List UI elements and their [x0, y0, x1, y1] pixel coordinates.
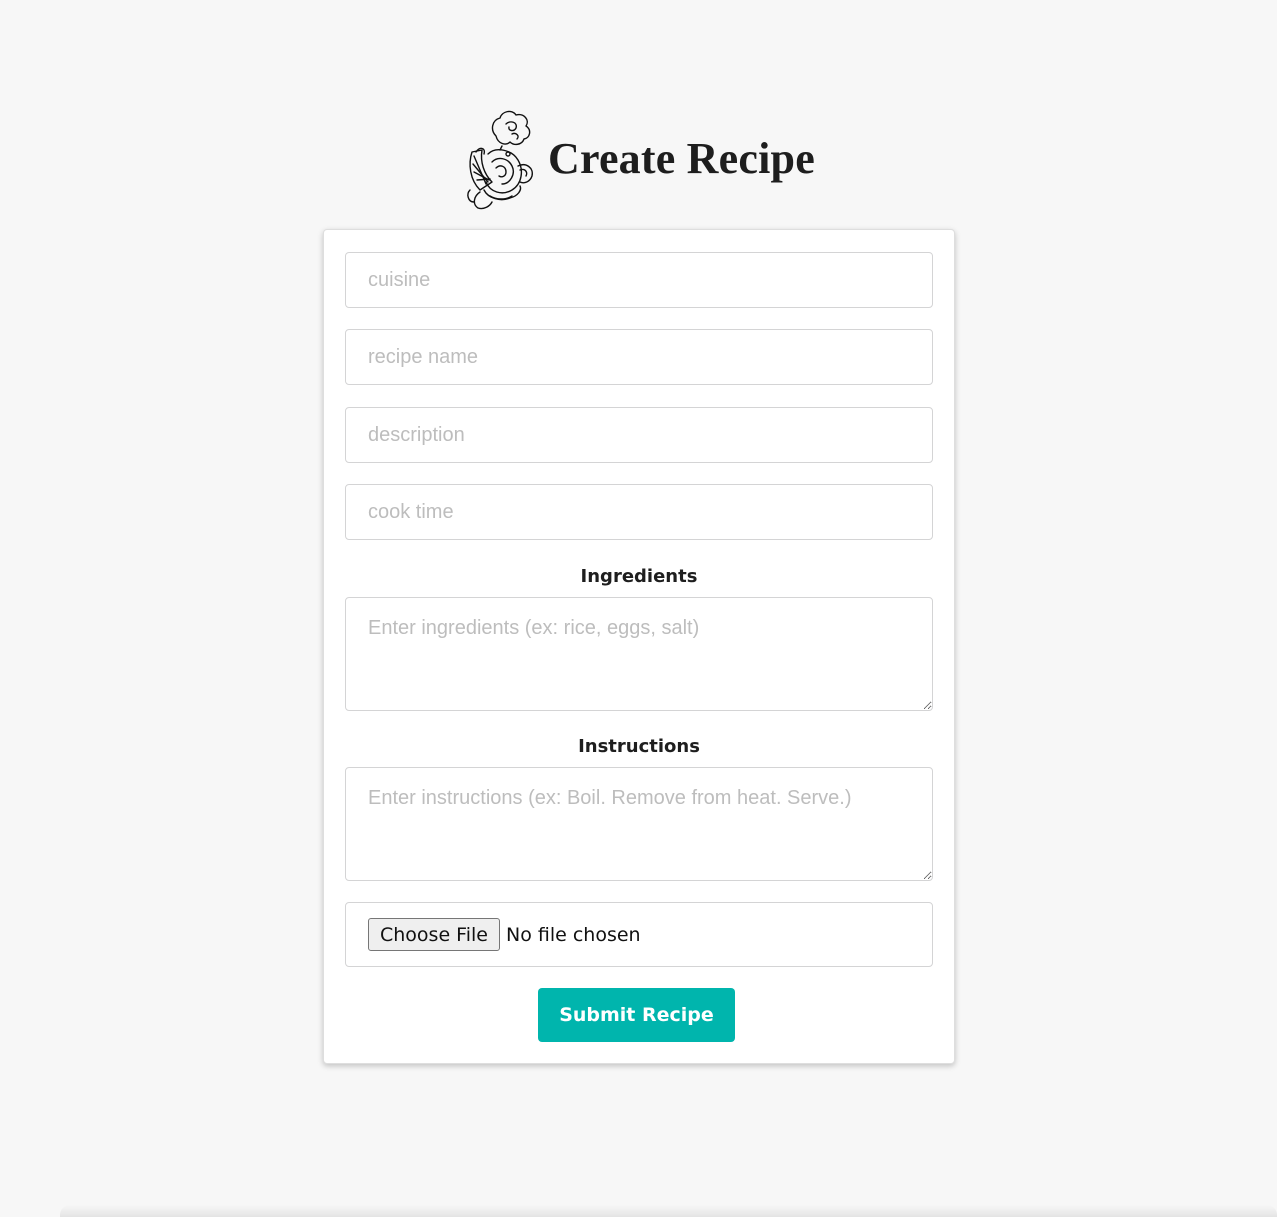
file-status-text: No file chosen — [505, 923, 641, 946]
ingredients-label: Ingredients — [580, 566, 698, 587]
ingredients-textarea[interactable] — [345, 597, 933, 711]
instructions-label: Instructions — [578, 736, 700, 757]
window-edge-shadow — [60, 1205, 1277, 1217]
cook-time-input[interactable] — [345, 484, 933, 540]
submit-recipe-button[interactable]: Submit Recipe — [538, 988, 735, 1042]
create-recipe-form: Ingredients Instructions Choose File No … — [323, 229, 955, 1064]
cuisine-input[interactable] — [345, 252, 933, 308]
page-title: Create Recipe — [548, 133, 815, 183]
chef-cooking-pot-icon — [467, 110, 534, 210]
page: Create Recipe Ingredients Instructions C… — [0, 0, 1277, 1217]
description-input[interactable] — [345, 407, 933, 463]
instructions-textarea[interactable] — [345, 767, 933, 881]
page-header: Create Recipe — [0, 104, 1277, 212]
image-file-input[interactable]: Choose File No file chosen — [345, 902, 933, 967]
choose-file-button[interactable]: Choose File — [368, 918, 500, 951]
recipe-name-input[interactable] — [345, 329, 933, 385]
